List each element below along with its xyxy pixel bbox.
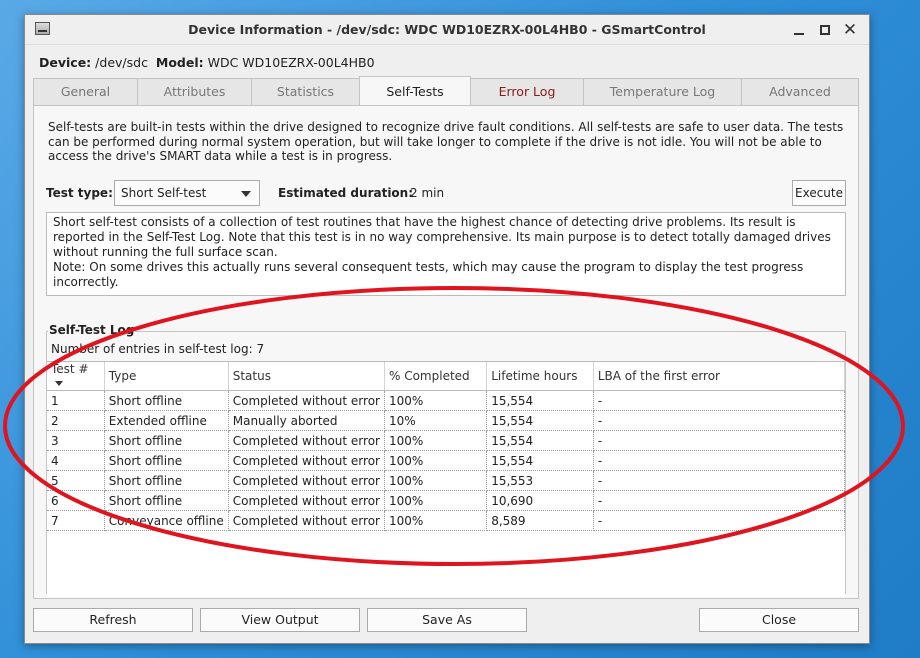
view-output-button[interactable]: View Output <box>200 608 360 632</box>
cell-lba: - <box>593 470 846 491</box>
cell-percent: 100% <box>384 390 488 411</box>
estimated-duration-label: Estimated duration: <box>278 186 414 200</box>
tab-error-log[interactable]: Error Log <box>470 78 584 106</box>
test-description-note: Note: On some drives this actually runs … <box>53 260 804 289</box>
cell-lba: - <box>593 390 846 411</box>
cell-test-number: 7 <box>47 510 105 531</box>
cell-type: Conveyance offline <box>104 510 229 531</box>
model-label: Model: <box>155 55 204 70</box>
cell-hours: 15,554 <box>486 430 594 451</box>
cell-percent: 100% <box>384 470 488 491</box>
cell-percent: 100% <box>384 450 488 471</box>
chevron-down-icon <box>241 191 251 197</box>
table-row[interactable]: 5 Short offline Completed without error … <box>47 470 846 491</box>
cell-type: Short offline <box>104 430 229 451</box>
window-title: Device Information - /dev/sdc: WDC WD10E… <box>188 22 706 37</box>
tab-self-tests[interactable]: Self-Tests <box>359 76 471 106</box>
self-tests-intro: Self-tests are built-in tests within the… <box>48 120 844 163</box>
cell-lba: - <box>593 450 846 471</box>
table-row[interactable]: 4 Short offline Completed without error … <box>47 450 846 471</box>
cell-test-number: 5 <box>47 470 105 491</box>
cell-status: Completed without error <box>228 490 385 511</box>
minimize-icon[interactable] <box>789 20 809 40</box>
column-header-type[interactable]: Type <box>104 362 229 391</box>
cell-percent: 10% <box>384 410 488 431</box>
execute-button[interactable]: Execute <box>792 180 846 206</box>
tab-statistics[interactable]: Statistics <box>251 78 360 106</box>
cell-type: Short offline <box>104 490 229 511</box>
cell-percent: 100% <box>384 510 488 531</box>
test-description-text: Short self-test consists of a collection… <box>53 215 831 259</box>
save-as-button[interactable]: Save As <box>367 608 527 632</box>
cell-type: Extended offline <box>104 410 229 431</box>
cell-hours: 15,553 <box>486 470 594 491</box>
estimated-duration-value: 2 min <box>410 186 445 200</box>
cell-status: Completed without error <box>228 390 385 411</box>
sort-descending-icon <box>55 381 63 386</box>
self-test-log-table[interactable]: Test # Type Status % Completed Lifetime … <box>47 361 846 597</box>
cell-type: Short offline <box>104 470 229 491</box>
table-row[interactable]: 6 Short offline Completed without error … <box>47 490 846 511</box>
cell-test-number: 1 <box>47 390 105 411</box>
tab-temperature-log[interactable]: Temperature Log <box>583 78 742 106</box>
tab-advanced[interactable]: Advanced <box>741 78 859 106</box>
cell-status: Completed without error <box>228 450 385 471</box>
self-tests-panel: Self-tests are built-in tests within the… <box>33 105 859 599</box>
device-info-line: Device: /dev/sdc Model: WDC WD10EZRX-00L… <box>39 55 375 70</box>
maximize-icon[interactable] <box>815 20 835 40</box>
cell-hours: 15,554 <box>486 450 594 471</box>
device-label: Device: <box>39 55 92 70</box>
tab-attributes[interactable]: Attributes <box>137 78 252 106</box>
refresh-button[interactable]: Refresh <box>33 608 193 632</box>
cell-status: Completed without error <box>228 510 385 531</box>
table-row[interactable]: 1 Short offline Completed without error … <box>47 390 846 411</box>
cell-hours: 10,690 <box>486 490 594 511</box>
cell-type: Short offline <box>104 390 229 411</box>
test-type-combo[interactable]: Short Self-test <box>114 180 260 206</box>
cell-test-number: 6 <box>47 490 105 511</box>
tab-bar: General Attributes Statistics Self-Tests… <box>33 76 859 106</box>
test-description[interactable]: Short self-test consists of a collection… <box>46 212 846 296</box>
cell-hours: 15,554 <box>486 390 594 411</box>
title-bar[interactable]: Device Information - /dev/sdc: WDC WD10E… <box>25 15 869 45</box>
cell-status: Completed without error <box>228 430 385 451</box>
close-button[interactable]: Close <box>699 608 859 632</box>
cell-lba: - <box>593 510 846 531</box>
cell-percent: 100% <box>384 490 488 511</box>
device-info-window: Device Information - /dev/sdc: WDC WD10E… <box>24 14 870 644</box>
table-header-row: Test # Type Status % Completed Lifetime … <box>47 362 846 391</box>
log-entry-count: Number of entries in self-test log: 7 <box>51 342 265 356</box>
cell-lba: - <box>593 490 846 511</box>
cell-hours: 8,589 <box>486 510 594 531</box>
cell-lba: - <box>593 430 846 451</box>
test-type-value: Short Self-test <box>121 186 207 200</box>
column-header-test-number[interactable]: Test # <box>47 362 105 391</box>
column-header-lifetime-hours[interactable]: Lifetime hours <box>486 362 594 391</box>
test-type-label: Test type: <box>46 186 113 200</box>
close-window-icon[interactable]: ✕ <box>840 20 860 40</box>
table-row[interactable]: 3 Short offline Completed without error … <box>47 430 846 451</box>
cell-status: Completed without error <box>228 470 385 491</box>
table-row[interactable]: 7 Conveyance offline Completed without e… <box>47 510 846 531</box>
self-test-log-title: Self-Test Log <box>48 323 136 337</box>
model-value: WDC WD10EZRX-00L4HB0 <box>207 55 375 70</box>
cell-type: Short offline <box>104 450 229 471</box>
cell-test-number: 2 <box>47 410 105 431</box>
table-row[interactable]: 2 Extended offline Manually aborted 10% … <box>47 410 846 431</box>
column-header-lba-first-error[interactable]: LBA of the first error <box>593 362 846 391</box>
cell-test-number: 3 <box>47 430 105 451</box>
cell-status: Manually aborted <box>228 410 385 431</box>
self-test-log-frame: Number of entries in self-test log: 7 Te… <box>46 331 846 597</box>
cell-percent: 100% <box>384 430 488 451</box>
cell-test-number: 4 <box>47 450 105 471</box>
device-value: /dev/sdc <box>95 55 148 70</box>
cell-lba: - <box>593 410 846 431</box>
cell-hours: 15,554 <box>486 410 594 431</box>
tab-general[interactable]: General <box>33 78 138 106</box>
column-header-status[interactable]: Status <box>228 362 385 391</box>
column-header-percent-completed[interactable]: % Completed <box>384 362 488 391</box>
